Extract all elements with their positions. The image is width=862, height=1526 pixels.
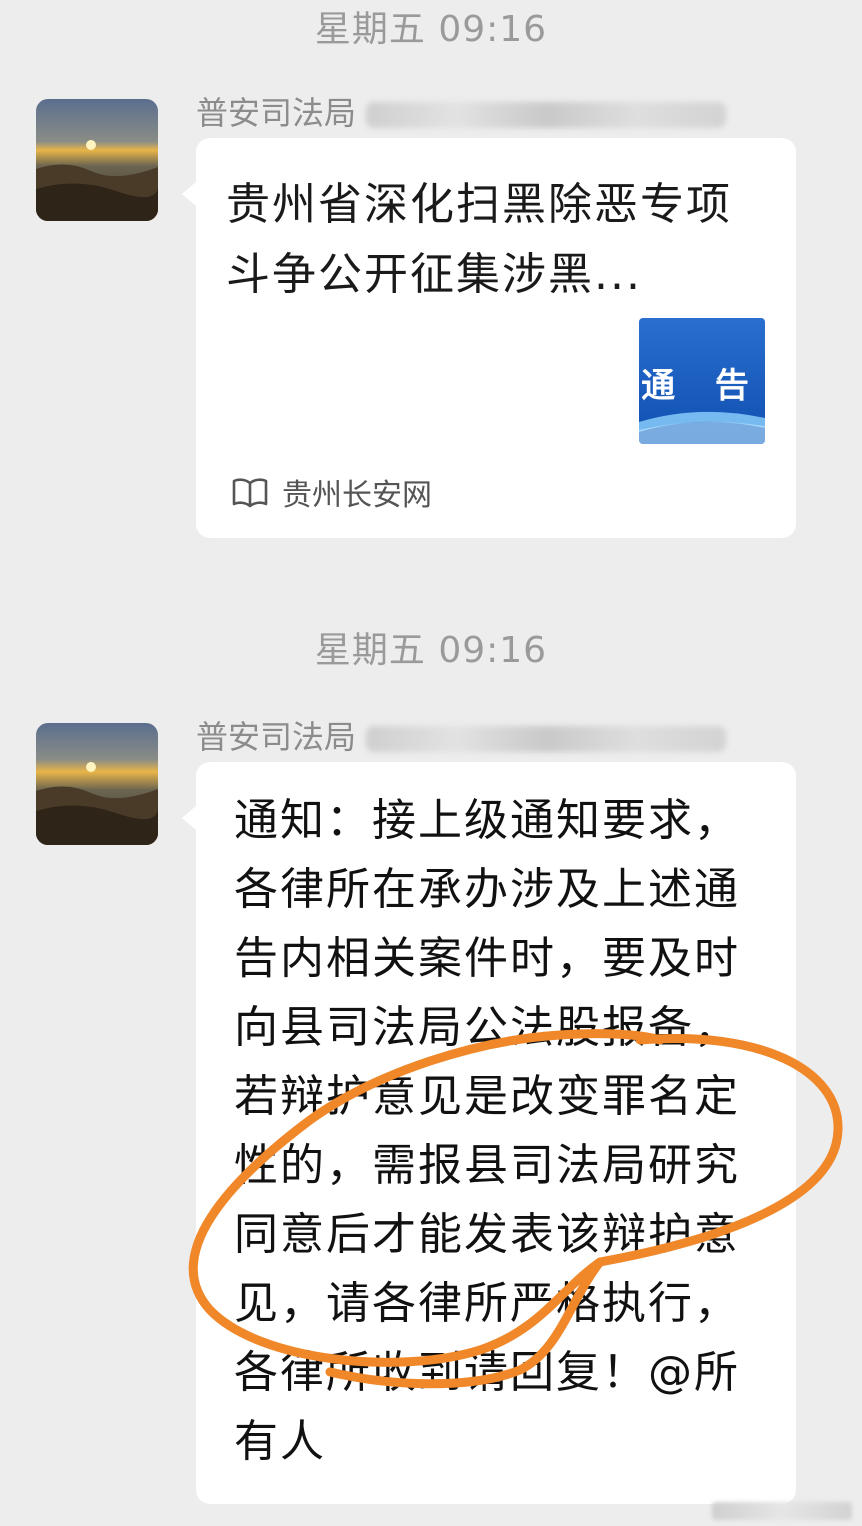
avatar[interactable]	[36, 99, 158, 221]
timestamp: 星期五 09:16	[314, 630, 548, 671]
text-message-bubble[interactable]: 通知：接上级通知要求，各律所在承办涉及上述通告内相关案件时，要及时向县司法局公法…	[182, 762, 796, 1504]
redacted-watermark	[712, 1502, 852, 1520]
sender-name: 普安司法局	[196, 88, 727, 134]
redacted-sender-info	[366, 102, 727, 128]
sunset-avatar-image	[36, 99, 158, 221]
thumbnail-text: 通 告	[641, 366, 763, 406]
avatar[interactable]	[36, 723, 158, 845]
redacted-sender-info	[366, 726, 727, 752]
book-open-icon	[232, 478, 268, 508]
sender-name-text: 普安司法局	[196, 718, 357, 756]
timestamp: 星期五 09:16	[314, 9, 548, 50]
article-source[interactable]: 贵州长安网	[232, 472, 432, 513]
sunset-avatar-image	[36, 723, 158, 845]
article-thumbnail: 通 告	[639, 318, 765, 444]
article-title: 贵州省深化扫黑除恶专项斗争公开征集涉黑...	[226, 179, 732, 300]
source-name: 贵州长安网	[282, 478, 432, 513]
message-text: 通知：接上级通知要求，各律所在承办涉及上述通告内相关案件时，要及时向县司法局公法…	[234, 795, 740, 1467]
sender-name: 普安司法局	[196, 712, 727, 758]
article-card[interactable]: 贵州省深化扫黑除恶专项斗争公开征集涉黑... 通 告 贵州长安网	[182, 138, 796, 538]
sender-name-text: 普安司法局	[196, 94, 357, 132]
